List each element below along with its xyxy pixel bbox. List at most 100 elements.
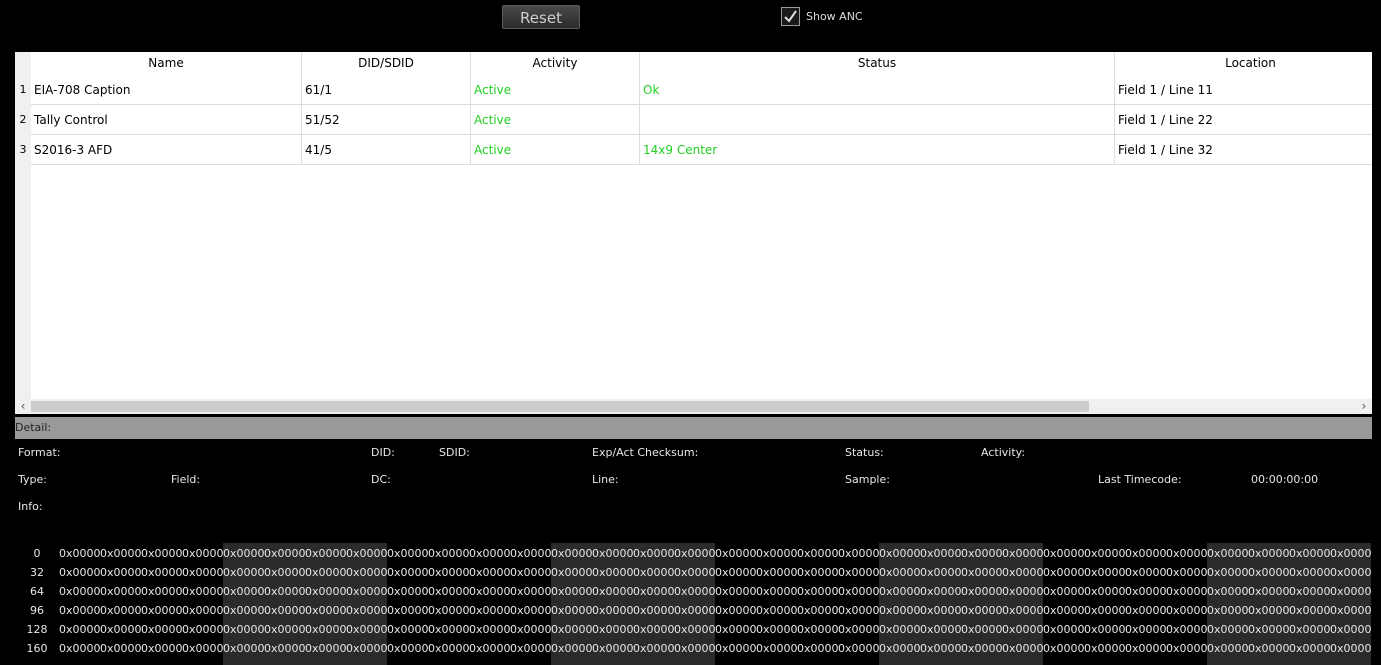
hex-cell: 0x0000 [756, 642, 798, 655]
hex-cell: 0x0000 [1166, 642, 1208, 655]
hex-cell: 0x0000 [879, 642, 921, 655]
hex-cell: 0x0000 [1043, 547, 1085, 560]
hex-cell: 0x0000 [1207, 604, 1249, 617]
hex-cell: 0x0000 [141, 623, 183, 636]
hex-cell: 0x0000 [674, 566, 716, 579]
hex-cell: 0x0000 [551, 566, 593, 579]
checkmark-icon[interactable] [781, 6, 800, 26]
hex-cell: 0x0000 [1166, 547, 1208, 560]
hex-cell: 0x0000 [346, 547, 388, 560]
hex-cell: 0x0000 [223, 642, 265, 655]
anc-table[interactable]: Name DID/SDID Activity Status Location 1… [15, 52, 1372, 414]
hex-cell: 0x0000 [674, 547, 716, 560]
hex-cell: 0x0000 [879, 604, 921, 617]
detail-panel: Format: DID: SDID: Exp/Act Checksum: Sta… [15, 439, 1372, 543]
detail-header: Detail: [15, 417, 1372, 439]
hex-cell: 0x0000 [1248, 604, 1290, 617]
hex-cell: 0x0000 [633, 547, 675, 560]
hex-cell: 0x0000 [182, 547, 224, 560]
hex-cell: 0x0000 [223, 547, 265, 560]
scroll-right-icon[interactable]: › [1356, 399, 1372, 414]
hex-cell: 0x0000 [469, 566, 511, 579]
reset-button[interactable]: Reset [502, 5, 580, 29]
hex-cell: 0x0000 [1043, 623, 1085, 636]
hex-cell: 0x0000 [182, 566, 224, 579]
hex-cell: 0x0000 [756, 604, 798, 617]
hex-cell: 0x0000 [1125, 547, 1167, 560]
hex-cell: 0x0000 [428, 642, 470, 655]
hex-cell: 0x0000 [1166, 623, 1208, 636]
hex-cell: 0x0000 [223, 585, 265, 598]
hex-cell: 0x0000 [141, 585, 183, 598]
hex-cell: 0x0000 [920, 566, 962, 579]
hex-cell: 0x0000 [633, 566, 675, 579]
hex-cell: 0x0000 [838, 642, 880, 655]
hex-cell: 0x0000 [797, 623, 839, 636]
hex-cell: 0x0000 [428, 585, 470, 598]
hex-cell: 0x0000 [387, 623, 429, 636]
column-header-did-sdid[interactable]: DID/SDID [302, 52, 471, 75]
hex-cell: 0x0000 [674, 642, 716, 655]
hex-cell: 0x0000 [797, 547, 839, 560]
table-row[interactable]: 1 EIA-708 Caption 61/1 Active Ok Field 1… [15, 75, 1372, 105]
table-row[interactable]: 3 S2016-3 AFD 41/5 Active 14x9 Center Fi… [15, 135, 1372, 165]
hex-cell: 0x0000 [920, 585, 962, 598]
dc-label: DC: [371, 473, 391, 486]
column-header-status[interactable]: Status [640, 52, 1115, 75]
last-timecode-label: Last Timecode: [1098, 473, 1182, 486]
hex-cell: 0x0000 [100, 585, 142, 598]
hex-cell: 0x0000 [1248, 642, 1290, 655]
hex-cell: 0x0000 [264, 566, 306, 579]
hex-cell: 0x0000 [1084, 604, 1126, 617]
hex-cell: 0x0000 [1207, 623, 1249, 636]
hex-cell: 0x0000 [633, 585, 675, 598]
hex-cell: 0x0000 [1043, 566, 1085, 579]
hex-cell: 0x0000 [223, 566, 265, 579]
hex-cell: 0x0000 [223, 623, 265, 636]
row-number: 2 [19, 113, 27, 126]
hex-cell: 0x0000 [387, 604, 429, 617]
hex-cell: 0x0000 [1248, 623, 1290, 636]
cell-status [640, 105, 1115, 135]
hex-row: 0 0x0000 0x0000 0x0000 0x0000 0x0000 0x0000 0x0… [15, 544, 1372, 563]
column-header-location[interactable]: Location [1115, 52, 1372, 75]
hex-cell: 0x0000 [469, 547, 511, 560]
hex-cell: 0x0000 [1084, 642, 1126, 655]
scroll-left-icon[interactable]: ‹ [15, 399, 31, 414]
hex-cell: 0x0000 [387, 585, 429, 598]
hex-cell: 0x0000 [1002, 642, 1044, 655]
hex-cell: 0x0000 [59, 566, 101, 579]
hex-cell: 0x0000 [428, 566, 470, 579]
hex-cell: 0x0000 [715, 604, 757, 617]
hex-cell: 0x0000 [182, 585, 224, 598]
hex-cell: 0x0000 [182, 604, 224, 617]
scrollbar-thumb[interactable] [31, 401, 1089, 412]
hex-cell: 0x0000 [797, 642, 839, 655]
table-row[interactable]: 2 Tally Control 51/52 Active Field 1 / L… [15, 105, 1372, 135]
hex-cell: 0x0000 [510, 547, 552, 560]
hex-cell: 0x0000 [264, 585, 306, 598]
sdid-label: SDID: [439, 446, 470, 459]
hex-cell: 0x0000 [920, 642, 962, 655]
column-header-name[interactable]: Name [31, 52, 302, 75]
hex-cell: 0x0000 [674, 623, 716, 636]
hex-cell: 0x0000 [674, 604, 716, 617]
horizontal-scrollbar[interactable]: ‹ › [15, 399, 1372, 414]
cell-status: Ok [640, 75, 1115, 105]
column-header-activity[interactable]: Activity [471, 52, 640, 75]
hex-cell: 0x0000 [592, 547, 634, 560]
hex-cell: 0x0000 [1166, 585, 1208, 598]
hex-cell: 0x0000 [961, 604, 1003, 617]
show-anc-checkbox[interactable]: Show ANC [781, 5, 863, 27]
hex-cell: 0x0000 [1330, 604, 1372, 617]
hex-cell: 0x0000 [469, 623, 511, 636]
hex-cell: 0x0000 [510, 623, 552, 636]
hex-cell: 0x0000 [182, 623, 224, 636]
hex-cell: 0x0000 [428, 623, 470, 636]
hex-cell: 0x0000 [756, 547, 798, 560]
hex-row: 160 0x0000 0x0000 0x0000 0x0000 0x0000 0x0000 0… [15, 639, 1372, 658]
hex-cell: 0x0000 [715, 623, 757, 636]
hex-cell: 0x0000 [551, 547, 593, 560]
hex-cell: 0x0000 [592, 642, 634, 655]
cell-activity: Active [471, 75, 640, 105]
